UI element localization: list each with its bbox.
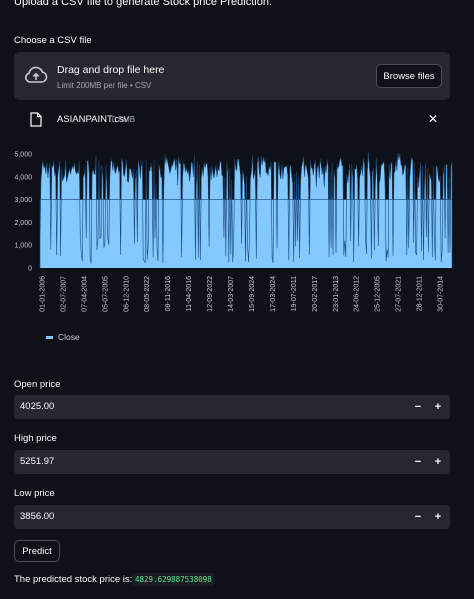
x-tick-label: 05-07-2005 bbox=[102, 276, 109, 312]
low-price-value[interactable]: 3856.00 bbox=[20, 511, 54, 522]
uploader-label: Choose a CSV file bbox=[14, 35, 92, 46]
file-size: 0.5MB bbox=[112, 115, 136, 124]
high-price-value[interactable]: 5251.97 bbox=[20, 456, 54, 467]
low-decrement-button[interactable]: − bbox=[408, 507, 428, 527]
file-icon bbox=[30, 112, 42, 127]
uploaded-file-row: ASIANPAINT.csv 0.5MB ✕ bbox=[14, 108, 450, 130]
y-tick-label: 5,000 bbox=[14, 152, 32, 159]
browse-files-button[interactable]: Browse files bbox=[376, 64, 442, 88]
chart-legend: Close bbox=[46, 332, 80, 342]
x-tick-label: 23-01-2013 bbox=[333, 276, 340, 312]
dropzone-title: Drag and drop file here bbox=[57, 64, 165, 76]
high-increment-button[interactable]: + bbox=[428, 452, 448, 472]
x-tick-label: 25-12-2005 bbox=[375, 276, 382, 312]
high-price-label: High price bbox=[14, 433, 57, 444]
y-tick-label: 2,000 bbox=[14, 220, 32, 227]
x-tick-label: 19-07-2011 bbox=[291, 276, 298, 311]
x-tick-label: 27-07-2021 bbox=[396, 276, 403, 312]
result-label: The predicted stock price is: bbox=[14, 574, 133, 585]
x-tick-label: 20-02-2017 bbox=[312, 276, 319, 312]
x-tick-label: 08-05-2022 bbox=[144, 276, 151, 312]
open-price-value[interactable]: 4025.00 bbox=[20, 401, 54, 412]
predict-button[interactable]: Predict bbox=[14, 540, 60, 562]
x-tick-label: 24-06-2012 bbox=[354, 276, 361, 312]
open-decrement-button[interactable]: − bbox=[408, 397, 428, 417]
x-tick-label: 02-07-2007 bbox=[60, 276, 67, 312]
file-dropzone[interactable]: Drag and drop file here Limit 200MB per … bbox=[14, 52, 450, 100]
intro-text: Upload a CSV file to generate Stock pric… bbox=[14, 0, 273, 8]
close-price-chart: 0 1,000 2,000 3,000 4,000 5,000 01-01-2006 02-… bbox=[14, 152, 453, 312]
dropzone-subtitle: Limit 200MB per file • CSV bbox=[57, 81, 152, 90]
x-tick-label: 09-11-2016 bbox=[165, 276, 172, 311]
high-decrement-button[interactable]: − bbox=[408, 452, 428, 472]
open-price-input[interactable]: 4025.00 − + bbox=[14, 395, 450, 419]
x-axis: 01-01-2006 02-07-2007 07-04-2004 05-07-2005… bbox=[40, 276, 445, 312]
high-price-input[interactable]: 5251.97 − + bbox=[14, 450, 450, 474]
y-axis: 0 1,000 2,000 3,000 4,000 5,000 bbox=[14, 152, 32, 273]
y-tick-label: 0 bbox=[28, 266, 32, 273]
x-tick-label: 30-07-2014 bbox=[438, 276, 445, 312]
predicted-price-value: 4829.629887538098 bbox=[132, 573, 215, 586]
low-increment-button[interactable]: + bbox=[428, 507, 448, 527]
low-price-label: Low price bbox=[14, 488, 55, 499]
open-increment-button[interactable]: + bbox=[428, 397, 448, 417]
cloud-upload-icon bbox=[25, 66, 48, 83]
close-icon[interactable]: ✕ bbox=[428, 112, 438, 126]
legend-label: Close bbox=[58, 332, 80, 342]
x-tick-label: 15-09-2024 bbox=[249, 276, 256, 312]
x-tick-label: 17-03-2024 bbox=[270, 276, 277, 312]
x-tick-label: 14-03-2007 bbox=[228, 276, 235, 312]
x-tick-label: 28-12-2011 bbox=[417, 276, 424, 311]
y-tick-label: 4,000 bbox=[14, 174, 32, 181]
low-price-input[interactable]: 3856.00 − + bbox=[14, 505, 450, 529]
legend-swatch bbox=[46, 335, 53, 339]
x-tick-label: 06-12-2010 bbox=[123, 276, 130, 312]
x-tick-label: 07-04-2004 bbox=[81, 276, 88, 312]
plot-area bbox=[39, 152, 453, 268]
x-tick-label: 11-04-2016 bbox=[186, 276, 193, 311]
y-tick-label: 1,000 bbox=[14, 243, 32, 250]
open-price-label: Open price bbox=[14, 379, 61, 390]
y-tick-label: 3,000 bbox=[14, 197, 32, 204]
x-tick-label: 12-09-2022 bbox=[207, 276, 214, 312]
x-tick-label: 01-01-2006 bbox=[40, 276, 47, 312]
